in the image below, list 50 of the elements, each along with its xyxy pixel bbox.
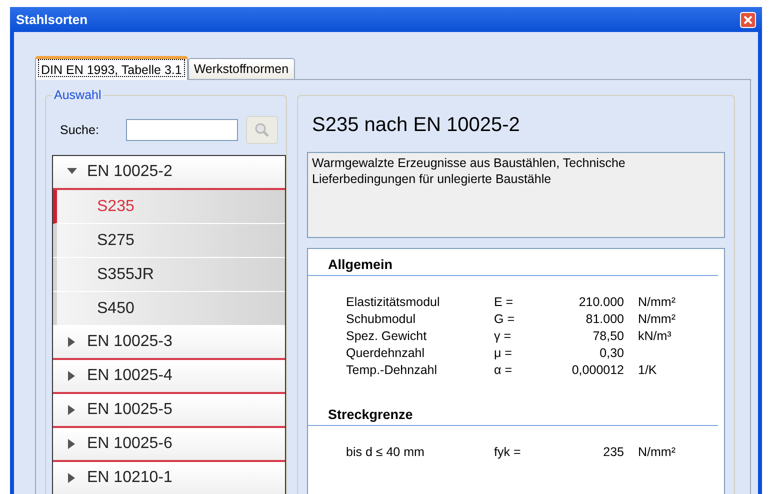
property-value: 235 <box>602 444 624 461</box>
property-value: 78,50 <box>592 328 624 345</box>
tree-item[interactable]: S450 <box>53 292 285 326</box>
property-symbol: γ = <box>493 328 512 345</box>
tree-group-label: EN 10025-3 <box>87 333 172 351</box>
tree-group-label: EN 10025-4 <box>87 367 172 385</box>
tree-group-label: EN 10025-2 <box>87 163 172 181</box>
property-value: 210.000 <box>578 294 624 311</box>
property-name: Querdehnzahl <box>346 345 426 362</box>
tree-group-label: EN 10025-5 <box>87 401 172 419</box>
property-unit: N/mm² <box>637 311 676 328</box>
property-unit: kN/m³ <box>637 328 672 345</box>
description-text: Warmgewalzte Erzeugnisse aus Baustählen, Technische Lieferbedingungen für unlegierte Baustähle <box>307 152 725 238</box>
property-unit: 1/K <box>637 362 658 379</box>
property-symbol: α = <box>493 362 513 379</box>
tree-item[interactable]: S235 <box>53 190 285 224</box>
tree-group-label: EN 10025-6 <box>87 435 172 453</box>
expand-arrow-icon[interactable] <box>67 371 77 381</box>
expand-arrow-icon[interactable] <box>67 405 77 415</box>
expand-arrow-icon[interactable] <box>67 337 77 347</box>
property-unit: N/mm² <box>637 444 676 461</box>
group-title: Auswahl <box>52 88 104 102</box>
tab[interactable]: Werkstoffnormen <box>188 58 295 79</box>
search-label: Suche: <box>60 123 100 137</box>
expand-arrow-icon[interactable] <box>67 439 77 449</box>
property-name: Schubmodul <box>346 311 416 328</box>
property-value: 0,000012 <box>570 362 624 379</box>
property-name: Elastizitätsmodul <box>346 294 441 311</box>
tree-item[interactable]: S355JR <box>53 258 285 292</box>
property-name: bis d ≤ 40 mm <box>346 444 426 461</box>
search-field[interactable] <box>126 119 238 141</box>
tree-group-label: EN 10210-1 <box>87 469 172 487</box>
property-name: Spez. Gewicht <box>346 328 428 345</box>
property-value: 81.000 <box>584 311 624 328</box>
tree-item[interactable]: S275 <box>53 224 285 258</box>
property-name: Temp.-Dehnzahl <box>346 362 438 379</box>
detail-title: S235 nach EN 10025-2 <box>311 112 521 138</box>
search-icon <box>254 122 270 138</box>
close-icon[interactable] <box>740 12 756 28</box>
tab[interactable]: DIN EN 1993, Tabelle 3.1 <box>35 56 188 80</box>
section-heading: Streckgrenze <box>308 399 718 426</box>
property-symbol: μ = <box>493 345 513 362</box>
property-unit: N/mm² <box>637 294 676 311</box>
property-value: 0,30 <box>598 345 624 362</box>
property-symbol: G = <box>493 311 516 328</box>
section-heading: Allgemein <box>308 249 718 276</box>
window-title: Stahlsorten <box>16 12 88 27</box>
property-symbol: fyk = <box>493 444 522 461</box>
property-symbol: E = <box>493 294 514 311</box>
expand-arrow-icon[interactable] <box>67 473 77 483</box>
